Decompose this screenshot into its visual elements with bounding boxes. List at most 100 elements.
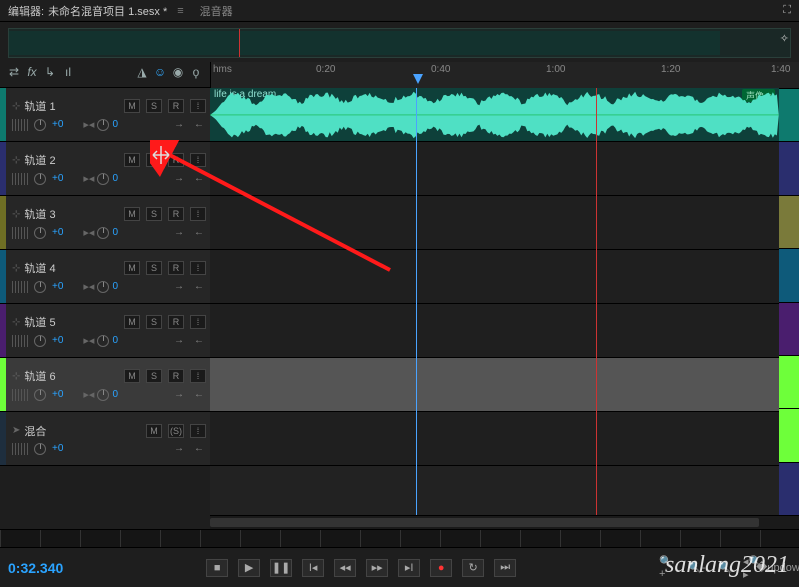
- fx-icon[interactable]: fx: [24, 64, 40, 80]
- track-menu-button[interactable]: ⁞: [190, 315, 206, 329]
- volume-knob[interactable]: [34, 335, 46, 347]
- track-menu-button[interactable]: ⁞: [190, 424, 206, 438]
- snap-icon[interactable]: ✧: [780, 32, 789, 45]
- input-arrow-icon[interactable]: →: [172, 173, 186, 185]
- input-arrow-icon[interactable]: →: [172, 119, 186, 131]
- mic-icon[interactable]: ϙ: [188, 64, 204, 80]
- input-arrow-icon[interactable]: →: [172, 281, 186, 293]
- volume-value[interactable]: +0: [52, 119, 63, 130]
- shuffle-icon[interactable]: ⇄: [6, 64, 22, 80]
- loop-button[interactable]: ↻: [462, 559, 484, 577]
- output-arrow-icon[interactable]: ←: [192, 173, 206, 185]
- track-lane[interactable]: [210, 304, 779, 358]
- record-button[interactable]: R: [168, 369, 184, 383]
- track-name[interactable]: ⊹轨道 5: [12, 314, 118, 330]
- eq-icon[interactable]: ıl: [60, 64, 76, 80]
- track-name[interactable]: ⊹轨道 1: [12, 98, 118, 114]
- volume-knob[interactable]: [34, 227, 46, 239]
- scrollbar-thumb[interactable]: [210, 518, 759, 527]
- pan-value[interactable]: 0: [112, 173, 118, 184]
- volume-knob[interactable]: [34, 389, 46, 401]
- track-menu-button[interactable]: ⁞: [190, 369, 206, 383]
- record-button[interactable]: R: [168, 207, 184, 221]
- mute-button[interactable]: M: [146, 424, 162, 438]
- skip-start-button[interactable]: I◂: [302, 559, 324, 577]
- input-arrow-icon[interactable]: →: [172, 443, 186, 455]
- mute-button[interactable]: M: [124, 99, 140, 113]
- track-lane[interactable]: [210, 250, 779, 304]
- track-name[interactable]: ⊹轨道 4: [12, 260, 118, 276]
- track-header[interactable]: ⊹轨道 5 MSR ⁞ +0 ▸◂0 → ←: [0, 304, 210, 358]
- edit-cursor-line[interactable]: [596, 88, 597, 515]
- send-icon[interactable]: ↳: [42, 64, 58, 80]
- output-arrow-icon[interactable]: ←: [192, 281, 206, 293]
- track-header[interactable]: ⊹轨道 4 MSR ⁞ +0 ▸◂0 → ←: [0, 250, 210, 304]
- track-menu-button[interactable]: ⁞: [190, 153, 206, 167]
- volume-knob[interactable]: [34, 173, 46, 185]
- channel-color[interactable]: [779, 141, 799, 194]
- input-arrow-icon[interactable]: →: [172, 227, 186, 239]
- skip-end-button[interactable]: ▸I: [398, 559, 420, 577]
- record-button[interactable]: R: [168, 261, 184, 275]
- track-header[interactable]: ➤混合 M(S) ⁞ +0 → ←: [0, 412, 210, 466]
- volume-value[interactable]: +0: [52, 335, 63, 346]
- playhead-marker-icon[interactable]: [413, 74, 423, 84]
- track-menu-button[interactable]: ⁞: [190, 261, 206, 275]
- track-lane[interactable]: [210, 142, 779, 196]
- pan-knob[interactable]: [97, 173, 109, 185]
- tuning-icon[interactable]: ◉: [170, 64, 186, 80]
- volume-knob[interactable]: [34, 443, 46, 455]
- mute-button[interactable]: M: [124, 207, 140, 221]
- channel-color[interactable]: [779, 408, 799, 461]
- pan-value[interactable]: 0: [112, 389, 118, 400]
- volume-value[interactable]: +0: [52, 443, 63, 454]
- overview-playhead[interactable]: [239, 29, 240, 57]
- volume-value[interactable]: +0: [52, 389, 63, 400]
- audio-clip[interactable]: life is a dream 声像 ▾: [210, 88, 779, 141]
- channel-color[interactable]: [779, 302, 799, 355]
- project-tab[interactable]: 未命名混音项目 1.sesx *: [48, 3, 167, 19]
- play-button[interactable]: ▶: [238, 559, 260, 577]
- record-button[interactable]: R: [168, 99, 184, 113]
- solo-button[interactable]: S: [146, 99, 162, 113]
- skip-selection-button[interactable]: ⏭: [494, 559, 516, 577]
- volume-knob[interactable]: [34, 281, 46, 293]
- timeline[interactable]: life is a dream 声像 ▾: [210, 88, 779, 515]
- pan-knob[interactable]: [97, 281, 109, 293]
- channel-color[interactable]: [779, 462, 799, 515]
- track-name[interactable]: ⊹轨道 6: [12, 368, 118, 384]
- time-ruler[interactable]: hms 0:20 0:40 1:00 1:20 1:40: [210, 62, 799, 88]
- mute-button[interactable]: M: [124, 261, 140, 275]
- output-arrow-icon[interactable]: ←: [192, 119, 206, 131]
- stop-button[interactable]: ■: [206, 559, 228, 577]
- mute-button[interactable]: M: [124, 369, 140, 383]
- track-header[interactable]: ⊹轨道 2 MSR ⁞ +0 ▸◂0 → ←: [0, 142, 210, 196]
- track-name[interactable]: ⊹轨道 2: [12, 152, 118, 168]
- track-header[interactable]: ⊹轨道 1 MSR ⁞ +0 ▸◂0 → ←: [0, 88, 210, 142]
- pan-knob[interactable]: [97, 227, 109, 239]
- overview-region[interactable]: [9, 31, 720, 55]
- input-arrow-icon[interactable]: →: [172, 335, 186, 347]
- record-button[interactable]: ●: [430, 559, 452, 577]
- volume-value[interactable]: +0: [52, 173, 63, 184]
- solo-button[interactable]: S: [146, 315, 162, 329]
- pan-value[interactable]: 0: [112, 281, 118, 292]
- solo-button[interactable]: S: [146, 207, 162, 221]
- track-header[interactable]: ⊹轨道 6 MSR ⁞ +0 ▸◂0 → ←: [0, 358, 210, 412]
- volume-knob[interactable]: [34, 119, 46, 131]
- solo-button[interactable]: (S): [168, 424, 184, 438]
- horizontal-scrollbar[interactable]: [210, 515, 799, 529]
- channel-color[interactable]: [779, 248, 799, 301]
- playhead-line[interactable]: [416, 88, 417, 515]
- volume-value[interactable]: +0: [52, 227, 63, 238]
- pan-knob[interactable]: [97, 389, 109, 401]
- track-header[interactable]: ⊹轨道 3 MSR ⁞ +0 ▸◂0 → ←: [0, 196, 210, 250]
- channel-color[interactable]: [779, 355, 799, 408]
- channel-color[interactable]: [779, 195, 799, 248]
- output-arrow-icon[interactable]: ←: [192, 335, 206, 347]
- mute-button[interactable]: M: [124, 315, 140, 329]
- track-lane[interactable]: [210, 412, 779, 466]
- pan-knob[interactable]: [97, 335, 109, 347]
- pan-value[interactable]: 0: [112, 227, 118, 238]
- pan-value[interactable]: 0: [112, 119, 118, 130]
